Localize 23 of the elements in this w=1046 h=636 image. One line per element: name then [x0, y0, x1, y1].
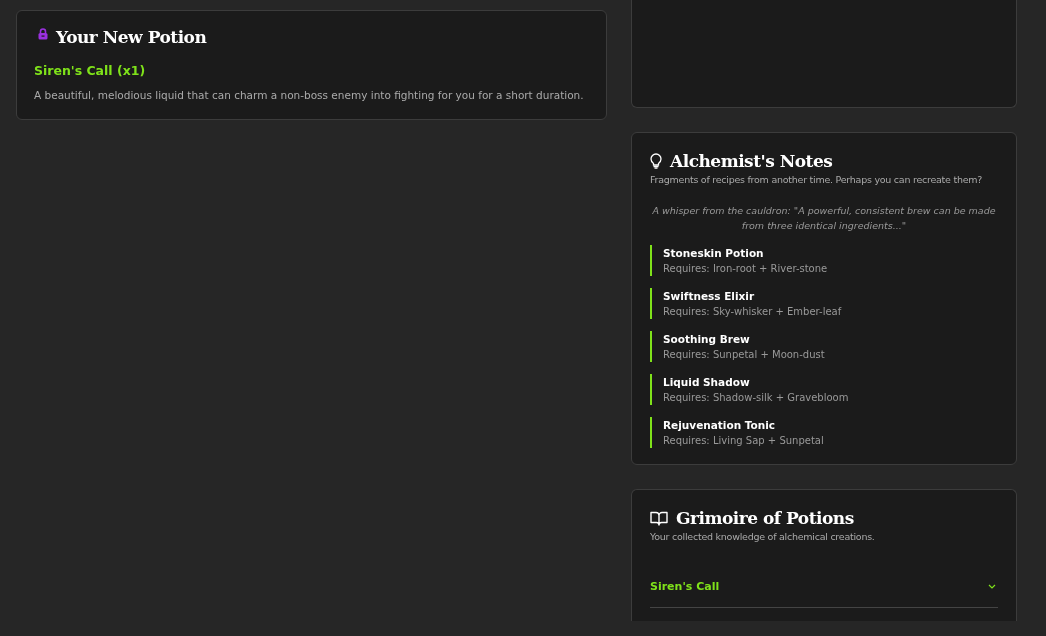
accordion-item[interactable]: Siren's Call	[650, 566, 998, 608]
recipe-name: Swiftness Elixir	[663, 290, 756, 302]
potion-name: Siren's Call (x1)	[34, 63, 147, 78]
whisper-text: A whisper from the cauldron: "A powerful, consistent brew can be made from three identical ingredients..."	[651, 204, 997, 233]
recipe-ingredients: Requires: Shadow-silk + Gravebloom	[663, 392, 850, 403]
recipe-name: Liquid Shadow	[663, 376, 751, 388]
card-title: Your New Potion	[56, 27, 207, 47]
card-title: Alchemist's Notes	[670, 151, 833, 171]
recipe-ingredients: Requires: Living Sap + Sunpetal	[663, 435, 825, 446]
book-icon	[650, 510, 668, 526]
recipe-name: Soothing Brew	[663, 333, 751, 345]
card-subtitle: Your collected knowledge of alchemical creations.	[650, 531, 876, 542]
recipe-ingredients: Requires: Iron-root + River-stone	[663, 263, 829, 274]
chevron-down-icon	[988, 584, 996, 589]
card-subtitle: Fragments of recipes from another time. Perhaps you can recreate them?	[650, 174, 984, 185]
lightbulb-icon	[650, 153, 662, 169]
recipe-ingredients: Requires: Sky-whisker + Ember-leaf	[663, 306, 843, 317]
recipe-name: Rejuvenation Tonic	[663, 419, 777, 431]
card-title: Grimoire of Potions	[676, 508, 854, 528]
lock-icon	[38, 28, 48, 40]
potion-description: A beautiful, melodious liquid that can charm a non-boss enemy into fighting for you for a short duration.	[34, 89, 585, 101]
recipe-ingredients: Requires: Sunpetal + Moon-dust	[663, 349, 826, 360]
recipe-name: Stoneskin Potion	[663, 247, 765, 259]
